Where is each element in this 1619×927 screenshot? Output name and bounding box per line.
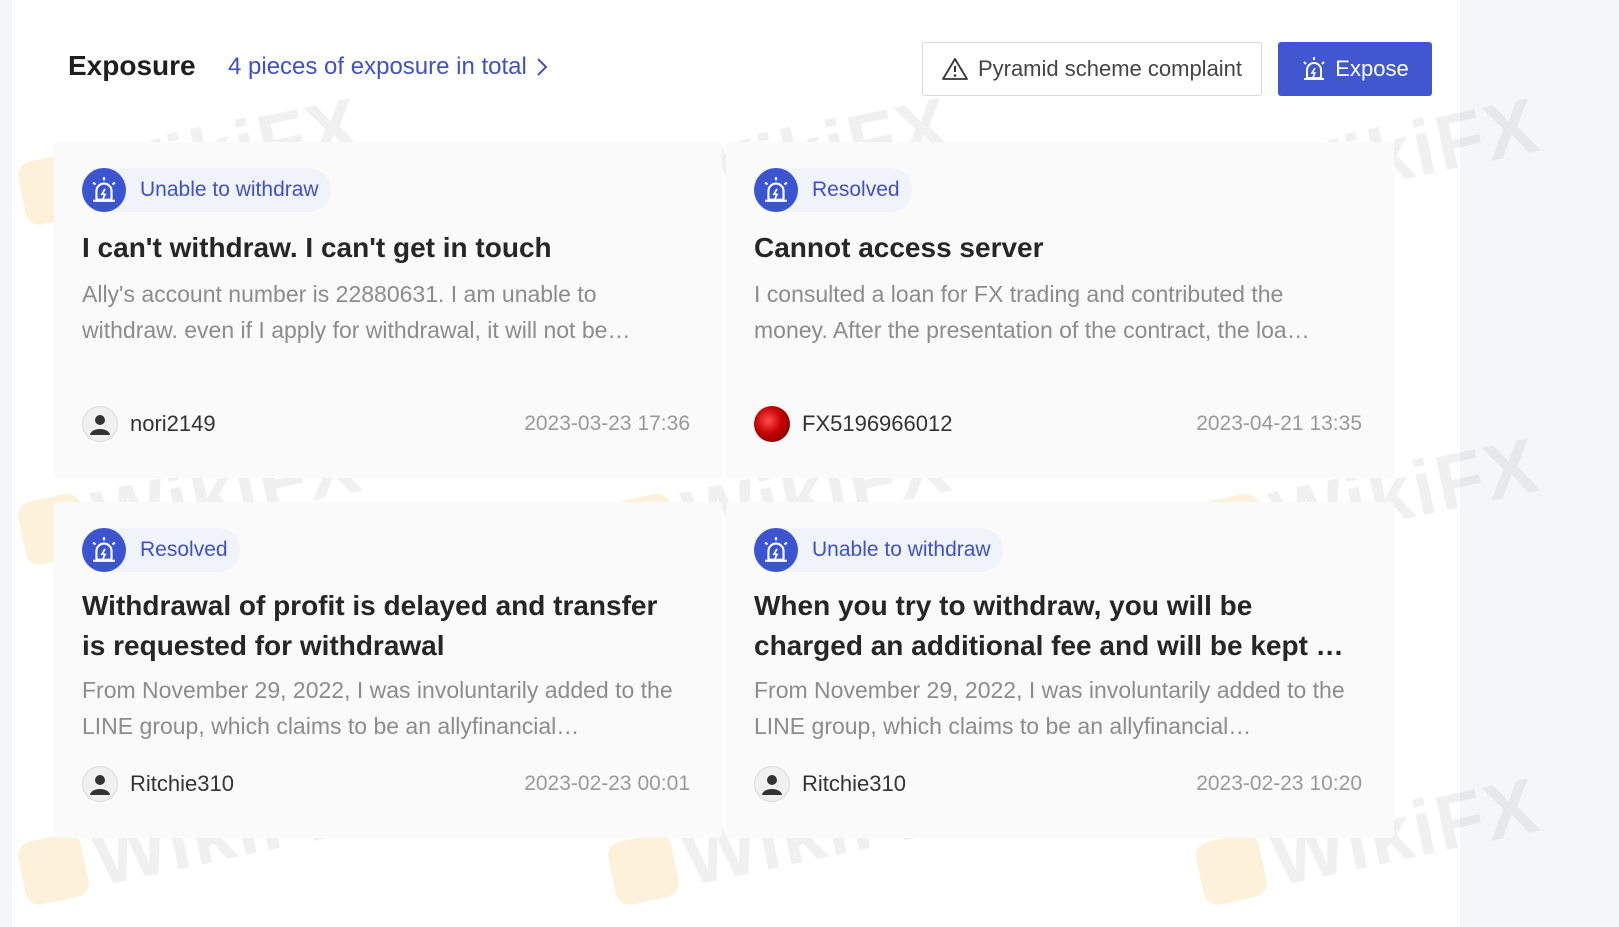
wikifx-logo-icon	[1193, 830, 1270, 907]
username[interactable]: nori2149	[130, 411, 216, 437]
status-badge: Resolved	[754, 168, 912, 212]
expose-button[interactable]: Expose	[1278, 42, 1432, 96]
card-title[interactable]: I can't withdraw. I can't get in touch	[82, 228, 682, 268]
card-description: From November 29, 2022, I was involuntar…	[754, 677, 1345, 739]
card-footer: FX5196966012 2023-04-21 13:35	[754, 404, 1362, 444]
status-badge-text: Unable to withdraw	[140, 178, 319, 201]
card-description: From November 29, 2022, I was involuntar…	[82, 677, 673, 739]
exposure-count-link[interactable]: 4 pieces of exposure in total	[228, 53, 549, 81]
card-footer: nori2149 2023-03-23 17:36	[82, 404, 690, 444]
status-badge: Resolved	[82, 528, 240, 572]
pyramid-scheme-complaint-button[interactable]: Pyramid scheme complaint	[922, 42, 1262, 96]
card-title[interactable]: When you try to withdraw, you will be ch…	[754, 586, 1354, 666]
status-badge-text: Resolved	[140, 538, 228, 561]
alarm-icon	[754, 528, 798, 572]
section-title: Exposure	[68, 50, 196, 81]
card-footer: Ritchie310 2023-02-23 10:20	[754, 764, 1362, 804]
exposure-card[interactable]: Unable to withdraw When you try to withd…	[726, 502, 1394, 838]
expose-button-label: Expose	[1335, 56, 1409, 81]
card-description: I consulted a loan for FX trading and co…	[754, 281, 1310, 343]
alarm-icon	[82, 528, 126, 572]
exposure-header: Exposure 4 pieces of exposure in total P…	[68, 40, 1460, 96]
timestamp: 2023-03-23 17:36	[524, 412, 690, 435]
exposure-card[interactable]: Resolved Withdrawal of profit is delayed…	[54, 502, 722, 838]
avatar[interactable]	[754, 766, 790, 802]
timestamp: 2023-04-21 13:35	[1196, 412, 1362, 435]
exposure-panel: WikiFX WikiFX WikiFX WikiFX WikiFX WikiF…	[12, 0, 1547, 927]
exposure-count-text: 4 pieces of exposure in total	[228, 53, 527, 80]
username[interactable]: Ritchie310	[802, 771, 906, 797]
card-footer: Ritchie310 2023-02-23 00:01	[82, 764, 690, 804]
alarm-icon	[754, 168, 798, 212]
user-icon	[90, 775, 110, 795]
timestamp: 2023-02-23 10:20	[1196, 772, 1362, 795]
chevron-right-icon	[537, 58, 548, 76]
timestamp: 2023-02-23 00:01	[524, 772, 690, 795]
username[interactable]: FX5196966012	[802, 411, 952, 437]
avatar[interactable]	[82, 406, 118, 442]
complaint-button-label: Pyramid scheme complaint	[977, 56, 1243, 81]
wikifx-logo-icon	[605, 830, 682, 907]
avatar[interactable]	[82, 766, 118, 802]
status-badge: Unable to withdraw	[82, 168, 331, 212]
user-icon	[762, 775, 782, 795]
alarm-icon	[1303, 57, 1326, 80]
avatar[interactable]	[754, 406, 790, 442]
card-title[interactable]: Withdrawal of profit is delayed and tran…	[82, 586, 682, 666]
user-icon	[90, 415, 110, 435]
status-badge: Unable to withdraw	[754, 528, 1003, 572]
card-description: Ally's account number is 22880631. I am …	[82, 281, 631, 343]
username[interactable]: Ritchie310	[130, 771, 234, 797]
wikifx-logo-icon	[15, 830, 92, 907]
status-badge-text: Resolved	[812, 178, 900, 201]
status-badge-text: Unable to withdraw	[812, 538, 991, 561]
alarm-icon	[82, 168, 126, 212]
exposure-card[interactable]: Unable to withdraw I can't withdraw. I c…	[54, 142, 722, 478]
warning-icon	[942, 58, 968, 80]
card-title[interactable]: Cannot access server	[754, 228, 1354, 268]
exposure-card[interactable]: Resolved Cannot access server I consulte…	[726, 142, 1394, 478]
